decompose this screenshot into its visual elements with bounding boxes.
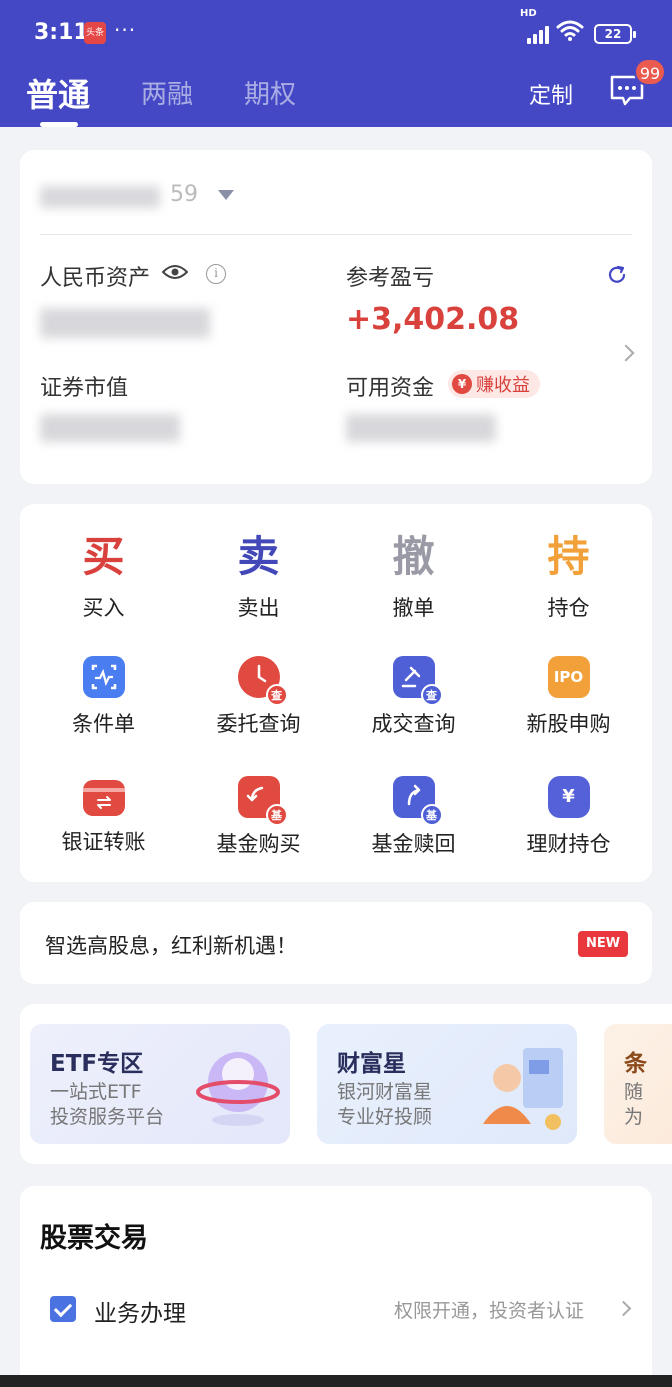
sell-label: 卖出	[237, 596, 280, 620]
info-icon[interactable]: i	[206, 264, 226, 284]
etf-zone-card[interactable]: ETF专区 一站式ETF 投资服务平台	[30, 1024, 290, 1144]
condition-order-icon	[82, 656, 125, 698]
wealth-holding-button[interactable]: ¥ 理财持仓	[491, 776, 646, 858]
fund-redeem-icon: 基	[392, 776, 443, 826]
more-notifications-icon: ···	[114, 18, 137, 42]
securities-value-masked	[40, 414, 180, 442]
signal-icon	[525, 24, 551, 44]
tab-regular[interactable]: 普通	[26, 70, 90, 116]
cancel-order-button[interactable]: 撤 撤单	[336, 532, 491, 622]
deal-query-label: 成交查询	[371, 712, 456, 736]
holdings-label: 持仓	[547, 596, 590, 620]
fund-buy-label: 基金购买	[216, 832, 301, 856]
entrust-query-button[interactable]: 查 委托查询	[181, 656, 336, 738]
toutiao-app-icon: 头条	[84, 22, 106, 44]
securities-value-label: 证券市值	[40, 376, 129, 401]
feature-carousel: ETF专区 一站式ETF 投资服务平台 财富星 银河财富星 专业好投顾 条 随 …	[20, 1004, 672, 1164]
condition-order-button[interactable]: 条件单	[26, 656, 181, 738]
etf-zone-desc: 一站式ETF 投资服务平台	[50, 1081, 165, 1128]
tab-margin[interactable]: 两融	[141, 74, 193, 111]
rmb-assets-value-masked	[40, 308, 210, 338]
caret-down-icon	[218, 190, 234, 200]
account-type-tabs: 普通 两融 期权 定制 99	[0, 58, 672, 127]
buy-label: 买入	[82, 596, 125, 620]
fund-redeem-button[interactable]: 基 基金赎回	[336, 776, 491, 858]
deal-query-icon: 查	[392, 656, 443, 706]
earn-income-badge[interactable]: ¥ 赚收益	[448, 370, 540, 398]
partial-feature-card[interactable]: 条 随 为	[604, 1024, 672, 1144]
hd-label: HD	[520, 8, 537, 19]
buy-icon: 买	[82, 532, 125, 581]
battery-indicator: 22	[594, 24, 636, 44]
rmb-assets-label: 人民币资产	[40, 266, 151, 291]
wifi-icon	[556, 20, 584, 41]
holdings-button[interactable]: 持 持仓	[491, 532, 646, 622]
buy-button[interactable]: 买 买入	[26, 532, 181, 622]
fund-buy-button[interactable]: 基 基金购买	[181, 776, 336, 858]
cancel-order-icon: 撤	[392, 532, 435, 581]
customize-button[interactable]: 定制	[529, 78, 573, 110]
condition-order-label: 条件单	[72, 712, 135, 736]
new-badge: NEW	[578, 931, 628, 957]
promo-text: 智选高股息，红利新机遇！	[45, 934, 297, 958]
bank-transfer-icon	[82, 780, 125, 816]
eye-icon[interactable]	[162, 263, 188, 281]
reference-profit-value: +3,402.08	[346, 302, 520, 337]
account-number: 59	[170, 182, 198, 207]
trade-function-grid: 买 买入 卖 卖出 撤 撤单 持 持仓 条件单 查 委托查询 查 成交查询 IP…	[20, 504, 652, 882]
partial-feature-title: 条	[624, 1051, 647, 1077]
chevron-right-icon[interactable]	[615, 1300, 632, 1317]
sell-button[interactable]: 卖 卖出	[181, 532, 336, 622]
ipo-icon: IPO	[547, 656, 590, 698]
wealth-holding-icon: ¥	[547, 776, 590, 818]
cancel-order-label: 撤单	[392, 596, 435, 620]
ipo-subscribe-label: 新股申购	[526, 712, 611, 736]
ipo-subscribe-button[interactable]: IPO 新股申购	[491, 656, 646, 738]
partial-feature-desc: 随 为	[624, 1081, 644, 1128]
reference-profit-label: 参考盈亏	[346, 266, 435, 291]
bank-transfer-label: 银证转账	[61, 830, 146, 854]
checklist-icon	[50, 1296, 76, 1322]
account-selector[interactable]: 59	[40, 180, 340, 216]
divider	[40, 234, 632, 235]
sell-icon: 卖	[237, 532, 280, 581]
deal-query-button[interactable]: 查 成交查询	[336, 656, 491, 738]
entrust-query-icon: 查	[237, 656, 288, 706]
refresh-icon[interactable]	[606, 264, 628, 286]
entrust-query-label: 委托查询	[216, 712, 301, 736]
etf-zone-title: ETF专区	[50, 1051, 144, 1077]
holdings-icon: 持	[547, 532, 590, 581]
tab-options[interactable]: 期权	[244, 74, 296, 111]
wealth-star-desc: 银河财富星 专业好投顾	[337, 1081, 433, 1128]
yen-icon: ¥	[452, 374, 472, 394]
wealth-holding-label: 理财持仓	[526, 832, 611, 856]
status-bar: 3:11 头条 ··· HD 22	[0, 8, 672, 54]
available-funds-value-masked	[346, 414, 496, 442]
earn-income-label: 赚收益	[476, 375, 530, 396]
business-handling-hint[interactable]: 权限开通，投资者认证	[394, 1296, 584, 1323]
chevron-right-icon[interactable]	[617, 344, 635, 362]
bank-transfer-button[interactable]: 银证转账	[26, 776, 181, 856]
wealth-star-title: 财富星	[337, 1051, 406, 1077]
message-count-badge: 99	[634, 58, 666, 86]
app-header: 3:11 头条 ··· HD 22 普通 两融 期权 定制 99	[0, 0, 672, 127]
promo-banner[interactable]: 智选高股息，红利新机遇！ NEW	[20, 902, 652, 984]
section-title: 股票交易	[40, 1223, 148, 1254]
wealth-star-card[interactable]: 财富星 银河财富星 专业好投顾	[317, 1024, 577, 1144]
business-handling-label[interactable]: 业务办理	[94, 1294, 186, 1328]
available-funds-label: 可用资金	[346, 376, 435, 401]
system-navigation-bar	[0, 1375, 672, 1387]
fund-buy-icon: 基	[237, 776, 288, 826]
active-tab-indicator	[40, 122, 78, 127]
etf-globe-icon	[196, 1052, 280, 1126]
fund-redeem-label: 基金赎回	[371, 832, 456, 856]
advisor-illustration-icon	[483, 1048, 563, 1130]
stock-trading-section: 股票交易 业务办理 权限开通，投资者认证	[20, 1186, 652, 1387]
status-time: 3:11	[34, 20, 89, 45]
asset-summary-card: 59 人民币资产 i 参考盈亏 +3,402.08 证券市值 可用资金 ¥ 赚收…	[20, 150, 652, 484]
